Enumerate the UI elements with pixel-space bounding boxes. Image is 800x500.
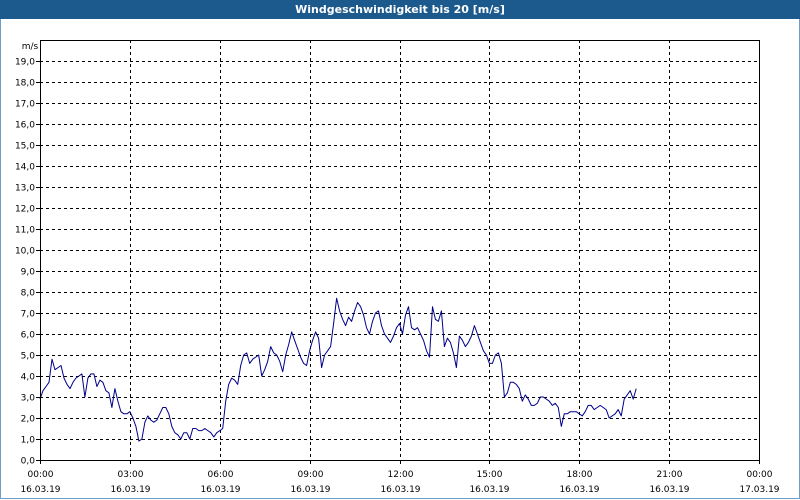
x-tick-time-label: 00:00 [747,470,773,480]
grid-lines [40,40,759,460]
x-tick-date-label: 16.03.19 [380,485,420,495]
x-tick-time-label: 18:00 [567,470,593,480]
y-tick-label: 11,0 [15,226,35,236]
wind-speed-series-line [39,297,637,442]
x-tick-date-label: 16.03.19 [110,485,150,495]
y-tick-label: 0,0 [21,457,36,467]
x-tick-date-label: 16.03.19 [200,485,240,495]
x-tick-time-label: 03:00 [118,470,144,480]
x-tick-time-label: 21:00 [657,470,683,480]
x-tick-time-label: 15:00 [477,470,503,480]
y-tick-label: 9,0 [21,268,36,278]
y-tick-label: 16,0 [15,121,35,131]
x-tick-date-label: 17.03.19 [739,485,779,495]
x-tick-date-label: 16.03.19 [559,485,599,495]
y-axis: 0,0 1,0 2,0 3,0 4,0 5,0 6,0 7,0 8,0 9,0 10,0 11,0 12… [15,58,40,467]
y-tick-label: 17,0 [15,100,35,110]
y-tick-label: 4,0 [21,373,36,383]
x-tick-date-label: 16.03.19 [20,485,60,495]
x-tick-date-label: 16.03.19 [469,485,509,495]
x-tick-date-label: 16.03.19 [290,485,330,495]
y-tick-label: 19,0 [15,58,35,68]
y-tick-label: 12,0 [15,205,35,215]
y-tick-label: 7,0 [21,310,36,320]
y-tick-label: 1,0 [21,436,36,446]
y-tick-label: 8,0 [21,289,36,299]
y-tick-label: 5,0 [21,352,36,362]
x-tick-time-label: 06:00 [208,470,234,480]
y-tick-label: 2,0 [21,415,36,425]
y-tick-label: 6,0 [21,331,36,341]
y-axis-label: m/s [22,42,39,52]
x-axis: 00:00 16.03.19 03:00 16.03.19 06:00 16.03.19 0… [20,460,780,495]
y-tick-label: 14,0 [15,163,35,173]
y-tick-label: 10,0 [15,247,35,257]
y-tick-label: 18,0 [15,79,35,89]
wind-speed-chart: 0,0 1,0 2,0 3,0 4,0 5,0 6,0 7,0 8,0 9,0 10,0 11,0 12… [15,40,780,495]
y-tick-label: 13,0 [15,184,35,194]
y-tick-label: 3,0 [21,394,36,404]
y-tick-label: 15,0 [15,142,35,152]
x-tick-time-label: 00:00 [28,470,54,480]
x-tick-time-label: 09:00 [298,470,324,480]
x-tick-time-label: 12:00 [388,470,414,480]
x-tick-date-label: 16.03.19 [649,485,689,495]
